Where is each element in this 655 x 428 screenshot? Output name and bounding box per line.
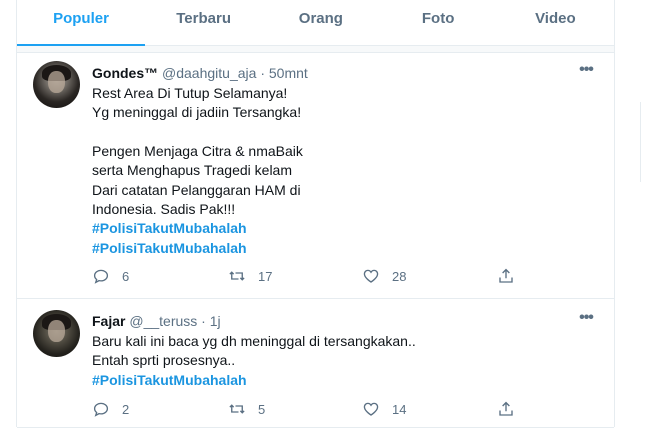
meta-separator: ·	[260, 65, 265, 81]
tweet-time[interactable]: 50mnt	[269, 65, 308, 81]
retweet-button[interactable]: 17	[228, 264, 272, 288]
user-handle[interactable]: @__teruss	[129, 313, 197, 329]
hashtag-link[interactable]: #PolisiTakutMubahalah	[92, 371, 602, 390]
tweet-header: Gondes™ @daahgitu_aja · 50mnt •••	[92, 62, 602, 82]
hashtag-link[interactable]: #PolisiTakutMubahalah	[92, 219, 602, 238]
user-name[interactable]: Fajar	[92, 313, 125, 329]
user-handle[interactable]: @daahgitu_aja	[162, 65, 256, 81]
retweet-count: 5	[258, 401, 266, 417]
tweet-line	[92, 123, 602, 142]
more-icon[interactable]: •••	[574, 62, 598, 81]
share-button[interactable]	[497, 397, 515, 421]
tab-video[interactable]: Video	[497, 0, 614, 45]
like-count: 28	[392, 268, 407, 284]
tweet-header: Fajar @__teruss · 1j •••	[92, 310, 602, 330]
tweet-actions: 2 5 14	[92, 397, 532, 421]
tweet-time[interactable]: 1j	[210, 313, 221, 329]
tweet-body: Gondes™ @daahgitu_aja · 50mnt ••• Rest A…	[92, 62, 602, 258]
reply-count: 2	[122, 401, 130, 417]
retweet-count: 17	[258, 268, 273, 284]
retweet-button[interactable]: 5	[228, 397, 265, 421]
retweet-icon	[229, 271, 245, 281]
search-tabs: Populer Terbaru Orang Foto Video	[17, 0, 614, 46]
meta-separator: ·	[201, 313, 206, 329]
tab-foto[interactable]: Foto	[380, 0, 497, 45]
tweet-line: Indonesia. Sadis Pak!!!	[92, 201, 236, 218]
timeline-column: Populer Terbaru Orang Foto Video Gondes™…	[16, 0, 615, 428]
like-count: 14	[392, 401, 407, 417]
tweet-line: serta Menghapus Tragedi kelam	[92, 162, 292, 179]
avatar-face	[48, 320, 65, 342]
tweet-text: Baru kali ini baca yg dh meninggal di te…	[92, 332, 602, 390]
like-icon	[363, 402, 379, 416]
reply-count: 6	[122, 268, 130, 284]
tweet-line: Pengen Menjaga Citra & nmaBaik	[92, 142, 303, 159]
tweet-line: Dari catatan Pelanggaran HAM di	[92, 181, 301, 198]
like-button[interactable]: 14	[362, 397, 406, 421]
avatar[interactable]	[33, 61, 80, 108]
tweet[interactable]: Gondes™ @daahgitu_aja · 50mnt ••• Rest A…	[17, 53, 614, 299]
user-name[interactable]: Gondes™	[92, 65, 158, 81]
reply-icon	[93, 402, 109, 417]
tweet-line: Baru kali ini baca yg dh meninggal di te…	[92, 333, 416, 349]
reply-icon	[93, 269, 109, 284]
tab-orang[interactable]: Orang	[262, 0, 379, 45]
tab-populer[interactable]: Populer	[17, 0, 145, 46]
tab-terbaru[interactable]: Terbaru	[145, 0, 262, 45]
reply-button[interactable]: 6	[92, 264, 129, 288]
tweet-line: Entah sprti prosesnya..	[92, 352, 236, 369]
tweet-actions: 6 17 28	[92, 264, 532, 288]
tweet-text: Rest Area Di Tutup Selamanya! Yg meningg…	[92, 84, 602, 258]
like-button[interactable]: 28	[362, 264, 406, 288]
section-separator	[17, 46, 614, 53]
tweet[interactable]: Fajar @__teruss · 1j ••• Baru kali ini b…	[17, 299, 614, 428]
share-icon	[499, 268, 513, 283]
hashtag-link[interactable]: #PolisiTakutMubahalah	[92, 239, 602, 258]
side-divider	[640, 102, 641, 182]
tweet-line: Rest Area Di Tutup Selamanya!	[92, 85, 288, 101]
tweet-body: Fajar @__teruss · 1j ••• Baru kali ini b…	[92, 310, 602, 390]
more-icon[interactable]: •••	[574, 310, 598, 329]
reply-button[interactable]: 2	[92, 397, 129, 421]
avatar-face	[48, 71, 65, 93]
share-button[interactable]	[497, 264, 515, 288]
retweet-icon	[229, 404, 245, 414]
share-icon	[499, 401, 513, 416]
tweet-line: Yg meninggal di jadiin Tersangka!	[92, 104, 302, 121]
avatar[interactable]	[33, 310, 80, 357]
like-icon	[363, 269, 379, 283]
